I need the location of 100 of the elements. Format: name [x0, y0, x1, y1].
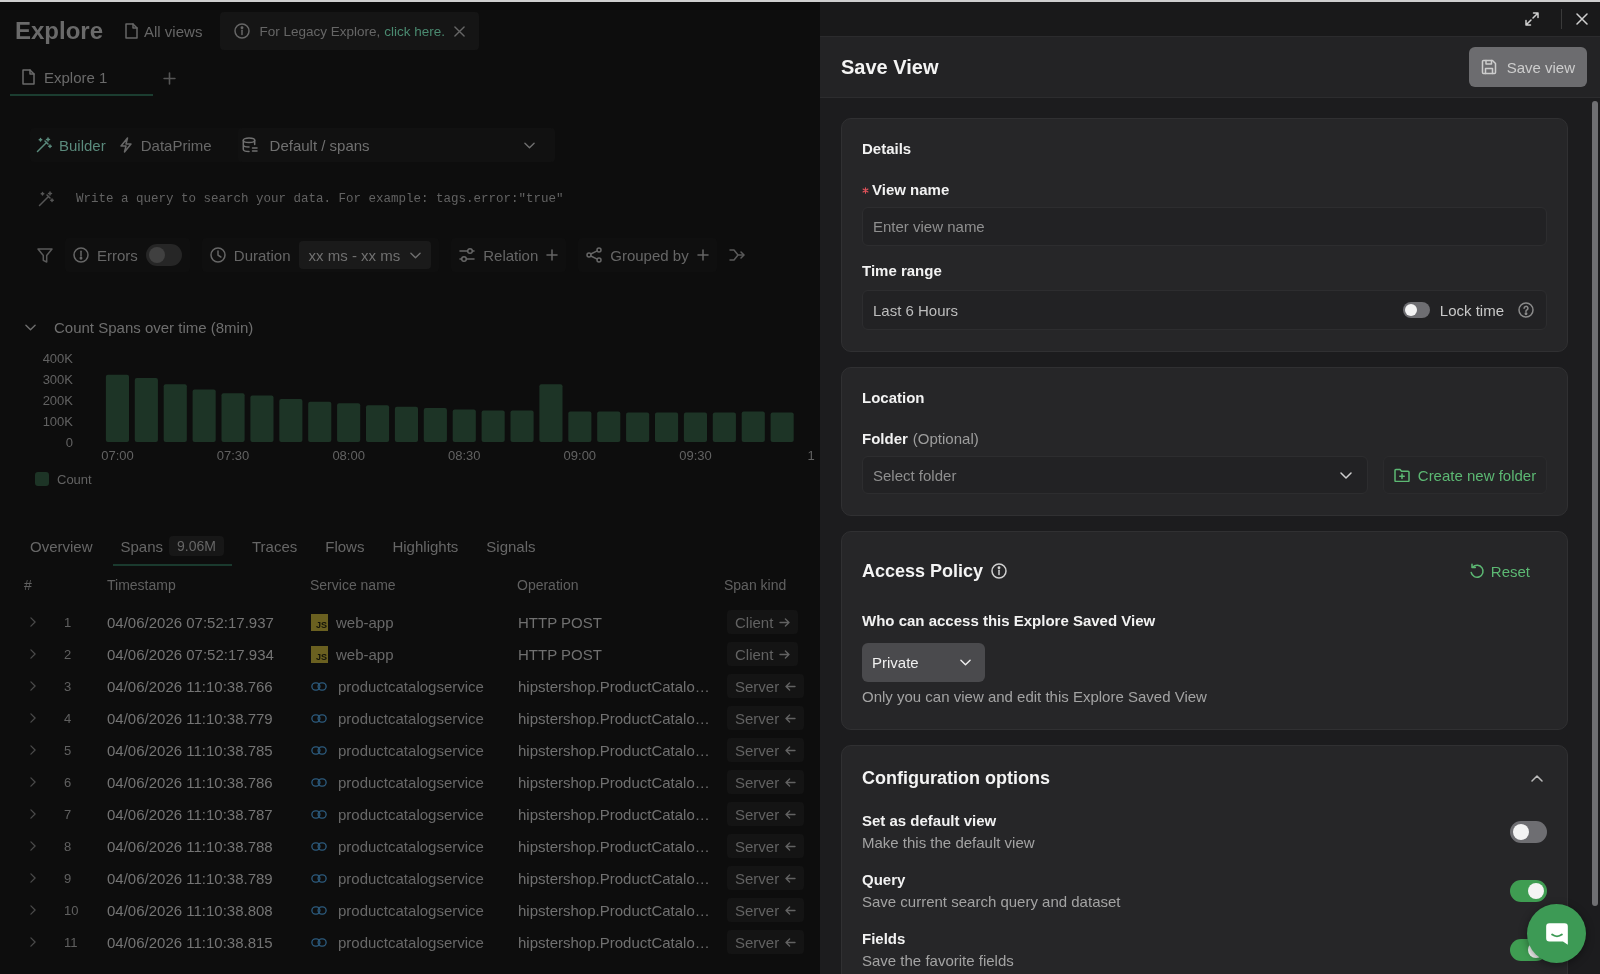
- chart-bar: [452, 409, 476, 442]
- column-header: Operation: [516, 577, 580, 593]
- service-name: productcatalogservice: [338, 773, 484, 791]
- chart-bar: [770, 412, 794, 442]
- column-header: Span kind: [723, 577, 788, 593]
- result-tab[interactable]: Spans 9.06M: [112, 528, 232, 566]
- time-range-field[interactable]: Last 6 Hours Lock time: [862, 290, 1547, 330]
- magic-wand-icon: [38, 191, 54, 207]
- access-description: Only you can view and edit this Explore Saved View: [862, 687, 1208, 707]
- drawer-title: Save View: [841, 55, 939, 79]
- timestamp-cell-text: 04/06/2026 11:10:38.808: [106, 901, 274, 919]
- chart-bar: [481, 410, 505, 442]
- span-kind-badge: Server: [727, 770, 805, 794]
- service-name: productcatalogservice: [338, 869, 484, 887]
- row-number: 8: [63, 838, 73, 854]
- mode-button[interactable]: Builder: [30, 128, 112, 162]
- plus-icon[interactable]: [163, 71, 176, 85]
- y-axis-label: 300K: [42, 372, 73, 387]
- row-number: 7: [63, 806, 73, 822]
- toggle-switch[interactable]: [1402, 302, 1430, 318]
- chart-bar: [192, 389, 216, 442]
- info-icon: [234, 23, 251, 39]
- row-number: 2: [63, 646, 73, 662]
- expand-icon[interactable]: [1525, 12, 1539, 26]
- duration-select[interactable]: xx ms - xx ms: [298, 241, 432, 269]
- toggle-switch[interactable]: [1510, 821, 1547, 843]
- chevron-icon[interactable]: [1531, 774, 1543, 782]
- service-name: web-app: [336, 613, 394, 631]
- x-axis-label: 07:00: [101, 448, 134, 463]
- chart-bar: [279, 398, 303, 442]
- create-folder-button[interactable]: Create new folder: [1383, 456, 1547, 494]
- chart-bar: [250, 395, 274, 442]
- arrow-left-icon: [785, 873, 797, 883]
- timestamp-cell-text: 04/06/2026 11:10:38.779: [106, 709, 274, 727]
- field-label: View name: [872, 180, 950, 200]
- span-kind-badge: Server: [727, 866, 805, 890]
- info-icon: [991, 563, 1008, 579]
- filter-label: Errors: [97, 246, 138, 264]
- link-icon: [311, 745, 327, 755]
- filter-icon[interactable]: [37, 247, 53, 263]
- query-input[interactable]: Write a query to search your data. For example: tags.error:"true": [76, 184, 820, 214]
- row-number: 10: [63, 902, 80, 918]
- span-kind-badge: Server: [727, 930, 805, 954]
- field-label: Time range: [862, 261, 943, 281]
- alert-circle-icon: [73, 247, 89, 263]
- service-name: productcatalogservice: [338, 901, 484, 919]
- row-number: 6: [63, 774, 73, 790]
- arrow-left-icon: [785, 937, 797, 947]
- chart-bar: [337, 403, 361, 442]
- column-header: Timestamp: [106, 577, 177, 593]
- link-icon: [311, 841, 327, 851]
- span-kind-badge: Server: [727, 898, 805, 922]
- span-kind-badge: Client: [727, 642, 799, 666]
- link-icon: [311, 905, 327, 915]
- chart-bar: [626, 412, 650, 442]
- link-icon: [311, 937, 327, 947]
- field-label: Folder: [862, 429, 908, 449]
- chevron-icon[interactable]: [25, 323, 36, 331]
- arrow-right-icon: [779, 617, 791, 627]
- arrow-right-icon: [779, 649, 791, 659]
- chart-bar: [163, 384, 187, 442]
- mode-button[interactable]: DataPrime: [111, 128, 218, 162]
- all-views-link[interactable]: All views: [125, 22, 203, 40]
- result-tab[interactable]: Signals: [478, 528, 544, 566]
- merge-arrow-icon[interactable]: [728, 248, 745, 262]
- caret-icon: [410, 251, 422, 259]
- chart-bar: [308, 401, 332, 442]
- save-view-button: Save view: [1468, 47, 1587, 87]
- chart-title: Count Spans over time (8min): [54, 318, 254, 336]
- reset-button[interactable]: Reset: [1454, 555, 1547, 587]
- access-select[interactable]: Private: [862, 643, 985, 682]
- caret-icon: [524, 141, 535, 149]
- result-tab[interactable]: Traces: [244, 528, 306, 566]
- result-tab[interactable]: Flows: [317, 528, 373, 566]
- timestamp-cell-text: 04/06/2026 11:10:38.766: [106, 677, 274, 695]
- language-logo: JS: [311, 645, 328, 663]
- result-tab[interactable]: Overview: [22, 528, 101, 566]
- service-name: web-app: [336, 645, 394, 663]
- timestamp-cell-text: 04/06/2026 11:10:38.788: [106, 837, 274, 855]
- database-icon: [241, 137, 258, 153]
- toggle-switch[interactable]: [145, 244, 182, 266]
- span-kind-badge: Server: [727, 802, 805, 826]
- timestamp-cell-text: 04/06/2026 11:10:38.785: [106, 741, 274, 759]
- branch-icon: [586, 247, 603, 263]
- folder-select[interactable]: Select folder: [862, 456, 1368, 494]
- help-icon[interactable]: [1518, 302, 1534, 318]
- x-axis-label: 08:30: [448, 448, 481, 463]
- scrollbar-thumb[interactable]: [1592, 101, 1598, 906]
- column-header: Service name: [309, 577, 397, 593]
- sliders-icon: [459, 247, 476, 263]
- toggle-switch[interactable]: [1510, 880, 1547, 902]
- access-question: Who can access this Explore Saved View: [862, 611, 1157, 631]
- explore-tab[interactable]: Explore 1: [10, 60, 153, 96]
- operation-cell-text: hipstershop.ProductCatalo…: [517, 773, 711, 791]
- y-axis-label: 400K: [42, 351, 73, 366]
- result-tab[interactable]: Highlights: [384, 528, 467, 566]
- y-axis-label: 100K: [42, 414, 73, 429]
- view-name-input[interactable]: Enter view name: [862, 207, 1547, 246]
- time-range-value: Last 6 Hours: [873, 301, 960, 319]
- notice-link[interactable]: click here.: [384, 23, 445, 39]
